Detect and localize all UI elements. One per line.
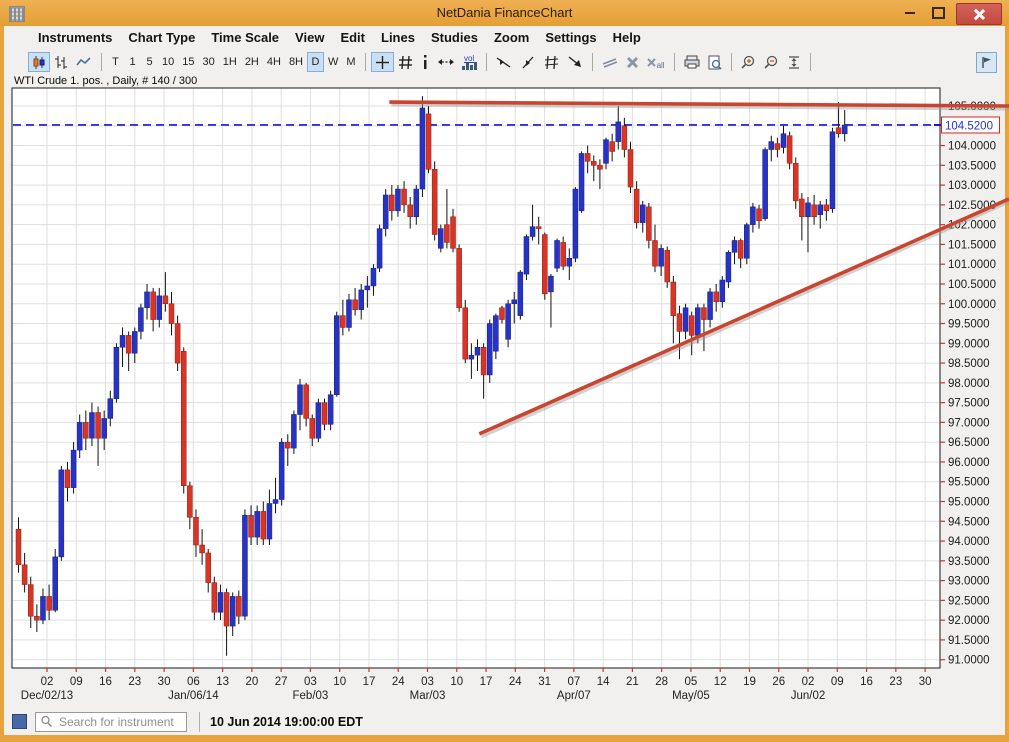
channel-tool-icon [544, 55, 560, 70]
timeframe-tick-button[interactable]: T [107, 52, 124, 72]
toolbar-separator [674, 53, 675, 71]
window-title: NetDania FinanceChart [0, 5, 1009, 20]
title-bar: NetDania FinanceChart [0, 0, 1009, 26]
close-button[interactable] [956, 3, 1002, 25]
menu-instruments[interactable]: Instruments [30, 26, 120, 50]
grid-toggle-button[interactable] [394, 52, 417, 72]
toolbar-separator [486, 53, 487, 71]
ray-tool-button[interactable] [516, 52, 540, 72]
instrument-search-box [35, 712, 187, 732]
arrow-tool-button[interactable] [564, 52, 587, 72]
line-chart-button[interactable] [72, 52, 96, 72]
fit-vertical-button[interactable] [783, 52, 805, 72]
menu-view[interactable]: View [287, 26, 332, 50]
menu-edit[interactable]: Edit [332, 26, 373, 50]
timeframe-10-button[interactable]: 10 [158, 52, 178, 72]
maximize-button[interactable] [925, 3, 951, 23]
print-preview-button[interactable] [704, 52, 726, 72]
zoom-out-button[interactable] [760, 52, 783, 72]
volume-button[interactable]: vol [458, 52, 481, 72]
trendline-tool-icon [496, 55, 512, 70]
candlestick-chart-button[interactable] [28, 52, 50, 72]
status-bar: 10 Jun 2014 19:00:00 EDT [4, 708, 1005, 735]
menu-chart-type[interactable]: Chart Type [120, 26, 203, 50]
timeframe-30-button[interactable]: 30 [199, 52, 219, 72]
trendline-tool-button[interactable] [492, 52, 516, 72]
toolbar-separator [810, 53, 811, 71]
toolbar-separator [365, 53, 366, 71]
timestamp: 10 Jun 2014 19:00:00 EDT [210, 715, 363, 729]
flag-icon [981, 56, 992, 69]
timeframe-8h-button[interactable]: 8H [285, 52, 307, 72]
timeframe-4h-button[interactable]: 4H [263, 52, 285, 72]
channel-tool-button[interactable] [540, 52, 564, 72]
period-monthly-button[interactable]: M [342, 52, 359, 72]
menu-help[interactable]: Help [605, 26, 649, 50]
print-icon [684, 55, 700, 69]
fit-vertical-icon [787, 55, 801, 70]
zoom-out-icon [764, 55, 779, 70]
delete-icon [626, 56, 639, 69]
toolbar-separator [101, 53, 102, 71]
expand-horizontal-icon [438, 57, 454, 67]
print-preview-icon [708, 55, 722, 70]
toolbar-separator [592, 53, 593, 71]
ohlc-bars-icon [54, 55, 68, 70]
arrow-tool-icon [568, 55, 583, 69]
parallel-lines-icon [602, 56, 618, 69]
print-button[interactable] [680, 52, 704, 72]
volume-icon-label: vol [464, 55, 474, 62]
close-icon [973, 8, 985, 20]
netdania-financechart-window: { "window": { "title": "NetDania Finance… [0, 0, 1009, 742]
candlestick-icon [32, 55, 46, 70]
info-button[interactable] [417, 52, 434, 72]
info-icon [421, 55, 429, 69]
menu-lines[interactable]: Lines [373, 26, 423, 50]
period-weekly-button[interactable]: W [324, 52, 342, 72]
minimize-button[interactable] [897, 3, 923, 23]
toolbar: T 1 5 10 15 30 1H 2H 4H 8H D W M [4, 50, 1005, 74]
status-square-icon[interactable] [12, 714, 27, 729]
zoom-in-icon [741, 55, 756, 70]
menu-studies[interactable]: Studies [423, 26, 486, 50]
menu-zoom[interactable]: Zoom [486, 26, 537, 50]
line-chart-icon [76, 55, 92, 69]
instrument-label: WTI Crude 1. pos. , Daily, # 140 / 300 [14, 75, 197, 87]
timeframe-1-button[interactable]: 1 [124, 52, 141, 72]
timeframe-1h-button[interactable]: 1H [219, 52, 241, 72]
search-icon [40, 715, 53, 728]
zoom-in-button[interactable] [737, 52, 760, 72]
grid-icon [398, 55, 413, 70]
maximize-icon [932, 7, 945, 19]
status-separator [199, 712, 200, 732]
menu-bar: Instruments Chart Type Time Scale View E… [4, 26, 1005, 50]
timeframe-2h-button[interactable]: 2H [241, 52, 263, 72]
menu-time-scale[interactable]: Time Scale [203, 26, 287, 50]
expand-horizontal-button[interactable] [434, 52, 458, 72]
toolbar-separator [731, 53, 732, 71]
minimize-icon [905, 12, 915, 14]
crosshair-button[interactable] [371, 52, 394, 72]
delete-all-drawings-button[interactable]: all [643, 52, 669, 72]
timeframe-15-button[interactable]: 15 [178, 52, 198, 72]
volume-icon [462, 62, 477, 70]
timeframe-5-button[interactable]: 5 [141, 52, 158, 72]
crosshair-icon [375, 55, 390, 70]
delete-all-label: all [657, 61, 665, 70]
chart-panel: WTI Crude 1. pos. , Daily, # 140 / 300 [4, 74, 1005, 708]
ray-tool-icon [520, 55, 536, 70]
delete-all-icon [647, 58, 656, 67]
delete-drawing-button[interactable] [622, 52, 643, 72]
search-input[interactable] [57, 714, 182, 730]
ohlc-bars-button[interactable] [50, 52, 72, 72]
bookmark-panel-button[interactable] [976, 52, 997, 73]
menu-settings[interactable]: Settings [537, 26, 604, 50]
window-body: Instruments Chart Type Time Scale View E… [4, 26, 1005, 735]
parallel-lines-button[interactable] [598, 52, 622, 72]
period-daily-button[interactable]: D [307, 52, 324, 72]
